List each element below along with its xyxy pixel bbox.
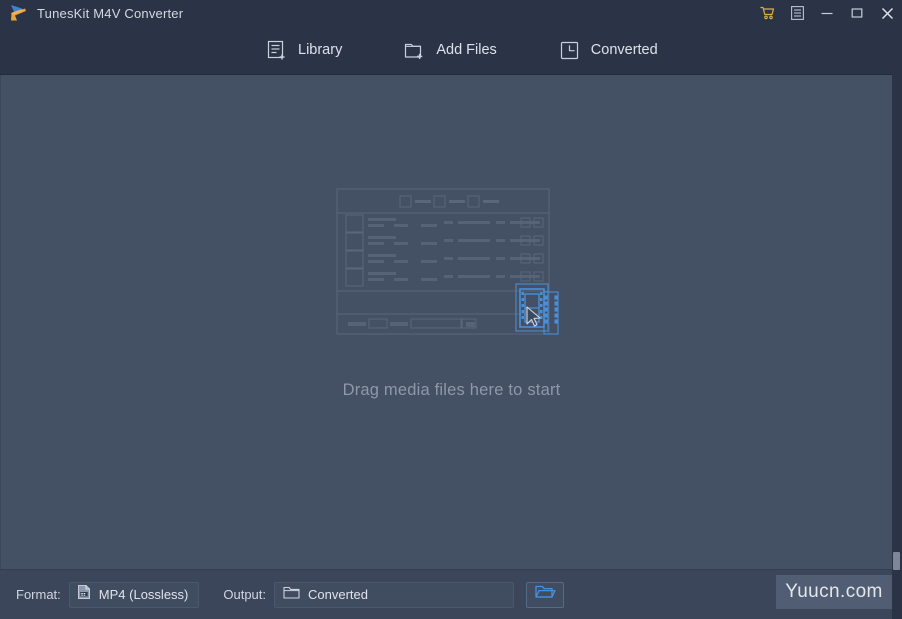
format-value: MP4 (Lossless): [99, 587, 189, 602]
tuneskit-logo-icon: [9, 4, 29, 22]
app-title: TunesKit M4V Converter: [37, 6, 183, 21]
output-value: Converted: [308, 587, 368, 602]
output-label: Output:: [223, 587, 266, 602]
media-file-icon: [76, 584, 92, 605]
drop-hint-text: Drag media files here to start: [1, 381, 902, 400]
minimize-icon[interactable]: [818, 4, 836, 22]
toolbar-item-converted[interactable]: Converted: [559, 39, 658, 61]
close-icon[interactable]: [878, 4, 896, 22]
folder-add-icon: [404, 39, 426, 61]
folder-icon: [283, 585, 300, 605]
drag-media-illustration: [336, 188, 568, 348]
title-bar-left: TunesKit M4V Converter: [0, 4, 183, 22]
cursor-arrow-icon: [527, 307, 540, 326]
cart-icon[interactable]: [758, 4, 776, 22]
bottom-bar: Format: MP4 (Lossless) Output:: [0, 569, 902, 619]
toolbar-item-label: Add Files: [436, 42, 496, 58]
window-controls: [758, 0, 896, 26]
main-toolbar: Library Add Files Converted: [0, 26, 902, 75]
format-label: Format:: [16, 587, 61, 602]
toolbar-item-library[interactable]: Library: [266, 39, 342, 61]
toolbar-item-label: Converted: [591, 42, 658, 58]
browse-folder-button[interactable]: [526, 582, 564, 608]
app-window: TunesKit M4V Converter: [0, 0, 902, 619]
maximize-icon[interactable]: [848, 4, 866, 22]
menu-icon[interactable]: [788, 4, 806, 22]
format-selector[interactable]: MP4 (Lossless): [69, 582, 200, 608]
output-path-field[interactable]: Converted: [274, 582, 514, 608]
toolbar-item-label: Library: [298, 42, 342, 58]
watermark: Yuucn.com: [776, 575, 892, 609]
open-folder-icon: [534, 584, 556, 605]
scrollbar-thumb[interactable]: [893, 552, 900, 570]
drop-zone[interactable]: Drag media files here to start: [1, 75, 902, 569]
library-add-icon: [266, 39, 288, 61]
toolbar-item-add-files[interactable]: Add Files: [404, 39, 496, 61]
title-bar: TunesKit M4V Converter: [0, 0, 902, 26]
history-clock-icon: [559, 39, 581, 61]
main-content: Drag media files here to start: [0, 75, 902, 569]
right-scrollbar[interactable]: [892, 26, 902, 619]
